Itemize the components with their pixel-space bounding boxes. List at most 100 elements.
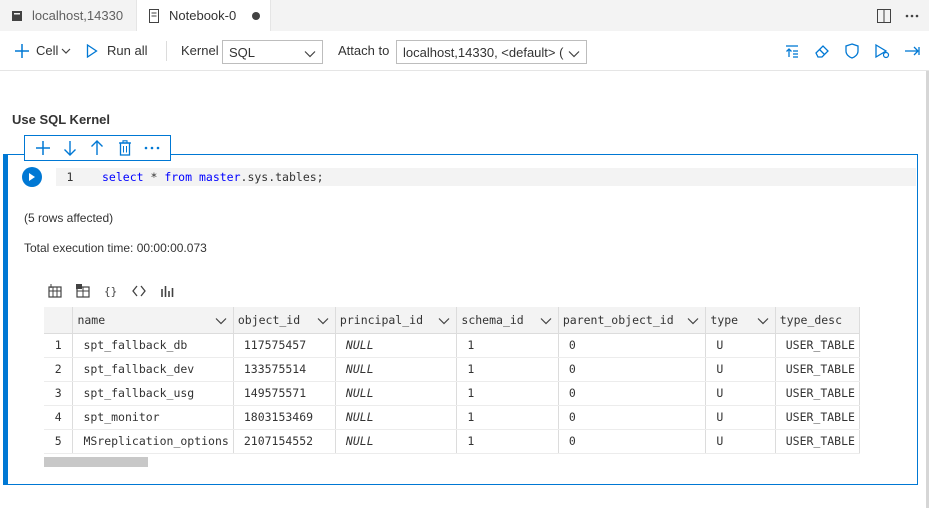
save-as-xml-icon[interactable] (130, 282, 148, 300)
column-header-label: parent_object_id (562, 312, 674, 327)
cell-type-desc[interactable]: USER_TABLE (775, 333, 861, 358)
cell-type[interactable]: U (705, 333, 776, 358)
play-icon (28, 172, 36, 182)
trusted-shield-icon[interactable] (843, 42, 861, 60)
chevron-down-icon[interactable] (317, 314, 329, 328)
cell-type-desc[interactable]: USER_TABLE (775, 357, 861, 382)
add-icon[interactable] (33, 138, 53, 158)
table-row[interactable]: 4 spt_monitor 1803153469 NULL 1 0 U USER… (44, 405, 861, 430)
column-header-type-desc[interactable]: type_desc (775, 307, 861, 334)
split-editor-icon[interactable] (875, 7, 893, 25)
save-as-json-icon[interactable]: {} (102, 282, 120, 300)
cell-parent-object-id[interactable]: 0 (558, 333, 707, 358)
navigate-arrow-icon[interactable] (903, 42, 921, 60)
chart-icon[interactable] (158, 282, 176, 300)
line-number: 1 (66, 170, 74, 184)
run-with-parameters-icon[interactable] (873, 42, 891, 60)
cell-schema-id[interactable]: 1 (456, 429, 559, 454)
cell-type-desc[interactable]: USER_TABLE (775, 405, 861, 430)
column-header-label: type_desc (779, 312, 843, 327)
cell-principal-id[interactable]: NULL (335, 405, 458, 430)
column-header-schema-id[interactable]: schema_id (456, 307, 559, 334)
column-header-label: type (710, 312, 739, 327)
column-header-object-id[interactable]: object_id (233, 307, 336, 334)
cell-type[interactable]: U (705, 405, 776, 430)
cell-parent-object-id[interactable]: 0 (558, 429, 707, 454)
cell-schema-id[interactable]: 1 (456, 357, 559, 382)
collapse-cells-icon[interactable] (783, 42, 801, 60)
cell-object-id[interactable]: 1803153469 (233, 405, 336, 430)
code-editor-line[interactable]: 1 select * from master.sys.tables; (56, 168, 916, 186)
tab-notebook[interactable]: Notebook-0 (137, 0, 271, 31)
markdown-heading: Use SQL Kernel (12, 112, 111, 127)
more-icon[interactable] (142, 138, 162, 158)
move-down-arrow-icon[interactable] (60, 138, 80, 158)
cell-type[interactable]: U (705, 381, 776, 406)
svg-text:{}: {} (104, 285, 117, 298)
move-up-arrow-icon[interactable] (87, 138, 107, 158)
results-grid[interactable]: name object_id principal_id schema_id pa… (44, 307, 861, 454)
row-number: 5 (44, 429, 74, 454)
cell-type-desc[interactable]: USER_TABLE (775, 381, 861, 406)
run-all-button[interactable]: Run all (86, 43, 147, 58)
clear-results-eraser-icon[interactable] (813, 42, 831, 60)
add-cell-button[interactable]: Cell (14, 43, 71, 59)
cell-schema-id[interactable]: 1 (456, 333, 559, 358)
notebook-icon (147, 8, 161, 23)
cell-parent-object-id[interactable]: 0 (558, 381, 707, 406)
code-keyword: from (164, 170, 193, 184)
cell-parent-object-id[interactable]: 0 (558, 405, 707, 430)
cell-name[interactable]: spt_monitor (72, 405, 234, 430)
table-row[interactable]: 1 spt_fallback_db 117575457 NULL 1 0 U U… (44, 333, 861, 358)
column-header-parent-object-id[interactable]: parent_object_id (558, 307, 707, 334)
column-header-type[interactable]: type (705, 307, 776, 334)
attach-to-select[interactable]: localhost,14330, <default> ( (396, 40, 587, 64)
chevron-down-icon[interactable] (540, 314, 552, 328)
run-cell-button[interactable] (22, 167, 42, 187)
delete-trash-icon[interactable] (115, 138, 135, 158)
save-as-excel-icon[interactable] (74, 282, 92, 300)
execution-time-text: Total execution time: 00:00:00.073 (24, 241, 207, 255)
cell-type-desc[interactable]: USER_TABLE (775, 429, 861, 454)
cell-object-id[interactable]: 2107154552 (233, 429, 336, 454)
cell-principal-id[interactable]: NULL (335, 357, 458, 382)
cell-object-id[interactable]: 117575457 (233, 333, 336, 358)
chevron-down-icon[interactable] (438, 314, 450, 328)
column-header-principal-id[interactable]: principal_id (335, 307, 458, 334)
table-row[interactable]: 5 MSreplication_options 2107154552 NULL … (44, 429, 861, 454)
more-actions-icon[interactable] (903, 7, 921, 25)
toolbar-divider (166, 41, 167, 61)
cell-type[interactable]: U (705, 429, 776, 454)
row-number: 3 (44, 381, 74, 406)
column-header-label: object_id (237, 312, 301, 327)
column-header-label: name (77, 312, 106, 327)
chevron-down-icon[interactable] (687, 314, 699, 328)
run-all-label: Run all (107, 43, 148, 58)
save-as-csv-icon[interactable] (46, 282, 64, 300)
table-row[interactable]: 2 spt_fallback_dev 133575514 NULL 1 0 U … (44, 357, 861, 382)
cell-name[interactable]: spt_fallback_db (72, 333, 234, 358)
cell-principal-id[interactable]: NULL (335, 381, 458, 406)
cell-object-id[interactable]: 149575571 (233, 381, 336, 406)
cell-principal-id[interactable]: NULL (335, 333, 458, 358)
table-row[interactable]: 3 spt_fallback_usg 149575571 NULL 1 0 U … (44, 381, 861, 406)
rows-affected-text: (5 rows affected) (24, 211, 114, 225)
cell-schema-id[interactable]: 1 (456, 381, 559, 406)
database-icon (10, 9, 24, 23)
chevron-down-icon[interactable] (215, 314, 227, 328)
kernel-select[interactable]: SQL (222, 40, 323, 64)
cell-schema-id[interactable]: 1 (456, 405, 559, 430)
cell-name[interactable]: spt_fallback_usg (72, 381, 234, 406)
cell-name[interactable]: spt_fallback_dev (72, 357, 234, 382)
column-header-name[interactable]: name (72, 307, 234, 334)
unsaved-dot-icon[interactable] (252, 11, 260, 20)
cell-name[interactable]: MSreplication_options (72, 429, 234, 454)
tab-localhost[interactable]: localhost,14330 (0, 0, 137, 31)
horizontal-scrollbar-thumb[interactable] (44, 457, 148, 467)
attach-label: Attach to (338, 43, 390, 58)
chevron-down-icon[interactable] (757, 314, 769, 328)
cell-object-id[interactable]: 133575514 (233, 357, 336, 382)
cell-parent-object-id[interactable]: 0 (558, 357, 707, 382)
cell-type[interactable]: U (705, 357, 776, 382)
cell-principal-id[interactable]: NULL (335, 429, 458, 454)
